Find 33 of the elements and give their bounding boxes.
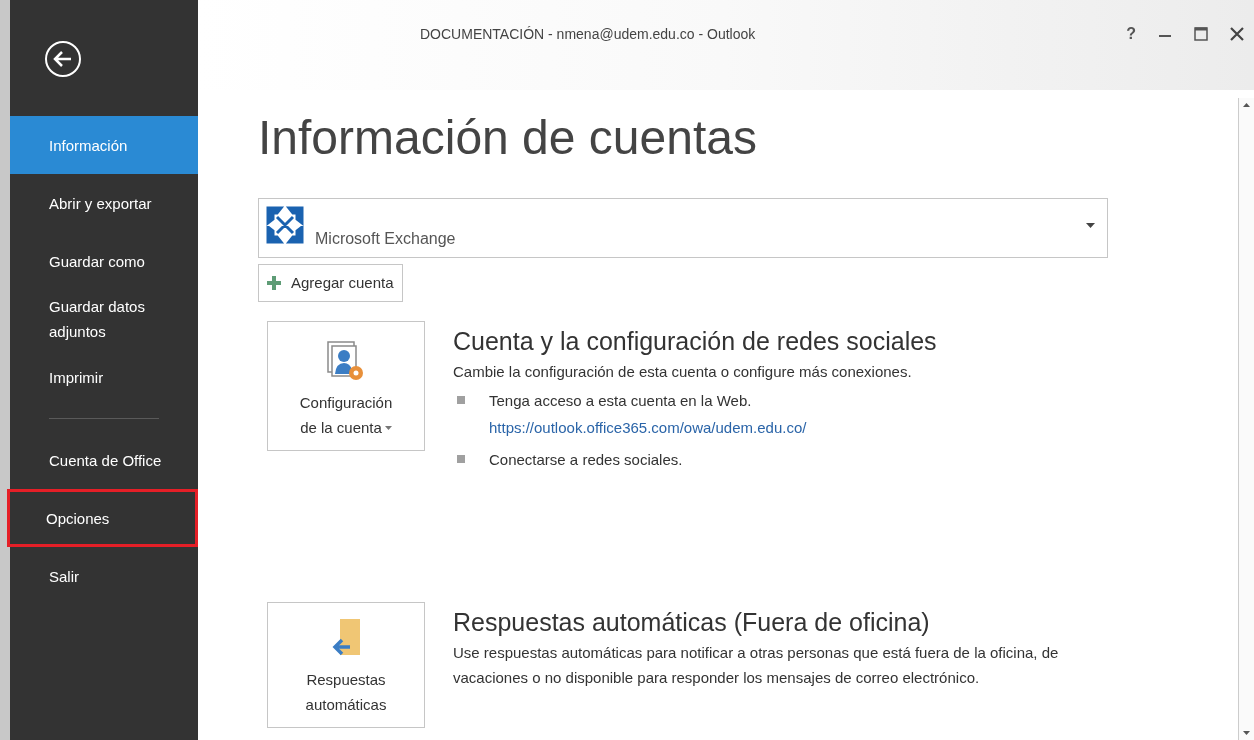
sidebar-item[interactable]: Información: [10, 116, 198, 174]
web-access-link[interactable]: https://outlook.office365.com/owa/udem.edu.co/: [489, 413, 807, 443]
dropdown-caret-icon: [1086, 223, 1095, 228]
section-title: Cuenta y la configuración de redes sociales: [453, 326, 937, 357]
sidebar-item[interactable]: Abrir y exportar: [10, 174, 198, 232]
scrollbar[interactable]: [1238, 98, 1254, 740]
add-account-button[interactable]: Agregar cuenta: [258, 264, 403, 302]
sidebar-item[interactable]: Imprimir: [10, 348, 198, 406]
bullet-icon: [457, 455, 465, 463]
section-description: Cambie la configuración de esta cuenta o configure más conexiones.: [453, 362, 913, 382]
window-title: DOCUMENTACIÓN - nmena@udem.edu.co - Outlook: [420, 25, 756, 44]
section-title: Respuestas automáticas (Fuera de oficina): [453, 607, 931, 638]
section-description: Use respuestas automáticas para notificar a otras personas que está fuera de la oficina, de vacaciones o no disponible para responder los mensajes de correo electrónico.: [453, 643, 1060, 688]
bullet-text: Tenga acceso a esta cuenta en la Web.: [489, 391, 753, 411]
sidebar-item[interactable]: Guardar datos adjuntos: [10, 290, 198, 348]
automatic-replies-button[interactable]: Respuestas automáticas: [267, 602, 425, 728]
page-heading: Información de cuentas: [258, 110, 758, 166]
account-name: Microsoft Exchange: [315, 229, 456, 249]
account-settings-button[interactable]: Configuración de la cuenta: [267, 321, 425, 451]
help-button[interactable]: ?: [1126, 22, 1136, 46]
maximize-icon[interactable]: [1194, 27, 1208, 41]
close-icon[interactable]: [1230, 27, 1244, 41]
plus-icon: [267, 276, 281, 290]
bullet-text: Conectarse a redes sociales.: [489, 450, 683, 470]
bullet-icon: [457, 396, 465, 404]
sidebar-item[interactable]: Guardar como: [10, 232, 198, 290]
back-icon[interactable]: [44, 40, 82, 78]
sidebar-item[interactable]: Opciones: [7, 489, 198, 547]
exchange-logo-icon: [265, 205, 305, 245]
sidebar-item[interactable]: Salir: [10, 547, 198, 605]
sidebar-item[interactable]: Cuenta de Office: [10, 431, 198, 489]
account-dropdown[interactable]: Microsoft Exchange: [258, 198, 1108, 258]
caret-icon: [384, 425, 392, 430]
